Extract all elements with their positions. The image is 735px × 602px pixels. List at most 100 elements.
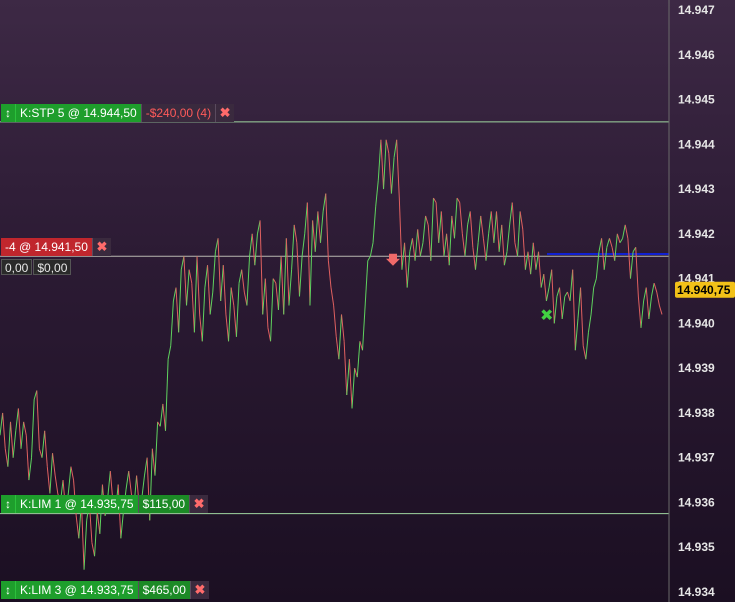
price-segment [477, 215, 482, 243]
price-segment [291, 224, 295, 270]
price-segment [249, 233, 253, 257]
limit-order-1-pnl: $115,00 [137, 495, 190, 513]
price-segment [275, 283, 279, 310]
price-segment [220, 265, 224, 302]
price-segment [390, 157, 395, 194]
price-segment [446, 233, 450, 266]
price-segment [23, 421, 27, 436]
price-segment [333, 305, 337, 337]
price-segment [490, 211, 495, 243]
price-segment [159, 403, 164, 427]
price-segment [356, 341, 361, 378]
limit-order-1-label[interactable]: K:LIM 1 @ 14.935,75 [16, 495, 138, 513]
price-segment [238, 269, 243, 284]
price-segment [587, 314, 592, 333]
price-segment [277, 256, 282, 310]
price-segment [658, 305, 663, 315]
price-segment [94, 511, 98, 557]
price-segment [619, 238, 624, 244]
price-segment [608, 238, 613, 248]
price-segment [49, 453, 54, 494]
price-segment [343, 341, 348, 396]
price-segment [417, 229, 421, 257]
price-segment [41, 430, 46, 458]
price-segment [472, 247, 476, 270]
drag-handle-icon[interactable]: ↕ [1, 495, 16, 513]
price-segment [301, 233, 306, 257]
price-segment [83, 520, 88, 570]
price-segment [285, 238, 290, 306]
price-segment [212, 251, 216, 293]
stop-order-label[interactable]: K:STP 5 @ 14.944,50 [16, 104, 141, 122]
price-segment [580, 287, 584, 346]
price-segment [67, 466, 72, 494]
price-segment [120, 511, 124, 539]
y-axis[interactable]: 14.947 14.946 14.945 14.944 14.943 14.942 14.9… [678, 3, 715, 599]
drag-handle-icon[interactable]: ↕ [1, 104, 16, 122]
price-segment [404, 242, 408, 288]
price-segment [325, 193, 329, 261]
price-segment [422, 215, 427, 243]
price-segment [411, 238, 416, 261]
price-segment [209, 291, 214, 315]
position-label[interactable]: -4 @ 14.941,50 [1, 238, 92, 256]
price-segment [319, 211, 324, 243]
position-pnl-money: $0,00 [33, 259, 72, 275]
position-tag[interactable]: -4 @ 14.941,50 ✖ [1, 238, 111, 256]
last-price-label: 14.940,75 [677, 283, 731, 297]
price-segment [577, 287, 582, 319]
price-segment [2, 412, 6, 449]
price-segment [511, 202, 516, 243]
price-segment [172, 287, 177, 302]
limit-order-1-tag[interactable]: ↕ K:LIM 1 @ 14.935,75 $115,00 ✖ [1, 495, 209, 513]
limit-order-3-label[interactable]: K:LIM 3 @ 14.933,75 [16, 581, 138, 599]
price-segment [406, 251, 411, 288]
price-segment [70, 466, 75, 481]
price-segment [380, 139, 385, 190]
y-tick-label: 14.943 [678, 182, 715, 196]
price-segment [425, 215, 429, 226]
price-segment [585, 332, 589, 360]
price-segment [469, 211, 474, 248]
price-segment [524, 251, 529, 270]
price-segment [559, 287, 563, 319]
price-segment [165, 359, 169, 431]
price-segment [545, 287, 550, 302]
price-segment [637, 296, 642, 328]
price-segment [540, 274, 545, 288]
price-segment [409, 238, 413, 252]
limit-order-3-tag[interactable]: ↕ K:LIM 3 @ 14.933,75 $465,00 ✖ [1, 581, 209, 599]
price-segment [52, 453, 56, 476]
close-icon[interactable]: ✖ [91, 238, 111, 256]
stop-order-tag[interactable]: ↕ K:STP 5 @ 14.944,50 -$240,00 (4) ✖ [1, 104, 235, 122]
price-segment [656, 291, 660, 306]
price-segment [25, 435, 30, 481]
y-tick-label: 14.936 [678, 495, 715, 509]
price-segment [393, 139, 398, 158]
price-segment [180, 256, 185, 270]
close-icon[interactable]: ✖ [189, 581, 209, 599]
exit-x-icon[interactable]: ✖ [540, 305, 553, 324]
price-segment [498, 224, 503, 252]
sell-arrow-icon[interactable] [386, 253, 400, 266]
price-segment [364, 260, 369, 306]
close-icon[interactable]: ✖ [189, 495, 209, 513]
price-segment [624, 224, 629, 239]
close-icon[interactable]: ✖ [215, 104, 235, 122]
price-segment [167, 345, 172, 360]
price-segment [572, 269, 576, 351]
drag-handle-icon[interactable]: ↕ [1, 581, 16, 599]
price-segment [348, 359, 353, 409]
price-segment [482, 238, 487, 261]
price-segment [603, 247, 608, 270]
y-tick-label: 14.934 [678, 585, 715, 599]
price-segment [467, 211, 471, 225]
price-segment [183, 256, 188, 306]
price-segment [4, 448, 9, 467]
price-segment [367, 255, 371, 261]
price-segment [606, 238, 610, 248]
price-segment [440, 211, 445, 257]
price-segment [593, 278, 597, 288]
price-segment [207, 265, 211, 315]
price-segment [186, 269, 190, 306]
